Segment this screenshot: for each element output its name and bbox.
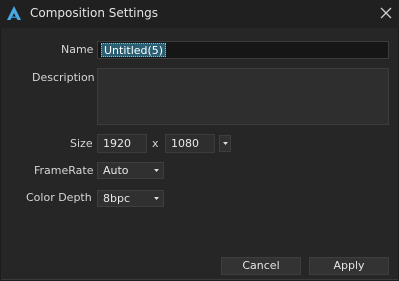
framerate-value: Auto <box>103 164 129 177</box>
description-field[interactable] <box>97 68 389 125</box>
width-input[interactable]: 1920 <box>97 134 147 153</box>
apply-button[interactable]: Apply <box>309 257 389 275</box>
size-preset-dropdown[interactable] <box>219 135 231 152</box>
composition-settings-dialog: Name Untitled(5) Description Size 1920 x… <box>1 28 398 280</box>
window-title: Composition Settings <box>30 6 158 20</box>
name-label: Name <box>61 43 94 56</box>
color-depth-dropdown[interactable]: 8bpc <box>97 190 164 207</box>
close-icon[interactable] <box>376 3 396 23</box>
size-separator: x <box>152 137 159 150</box>
caret-down-icon <box>154 197 159 200</box>
framerate-label: FrameRate <box>34 164 94 177</box>
title-bar: Composition Settings <box>0 0 399 28</box>
description-label: Description <box>32 71 95 84</box>
cancel-button[interactable]: Cancel <box>221 257 301 275</box>
name-field[interactable]: Untitled(5) <box>97 41 389 59</box>
color-depth-label: Color Depth <box>26 191 92 204</box>
height-input[interactable]: 1080 <box>165 134 215 153</box>
app-logo-icon <box>7 6 21 20</box>
name-value: Untitled(5) <box>101 43 167 57</box>
color-depth-value: 8bpc <box>103 192 131 205</box>
size-label: Size <box>70 137 93 150</box>
caret-down-icon <box>154 169 159 172</box>
framerate-dropdown[interactable]: Auto <box>97 162 164 179</box>
caret-down-icon <box>223 142 228 145</box>
